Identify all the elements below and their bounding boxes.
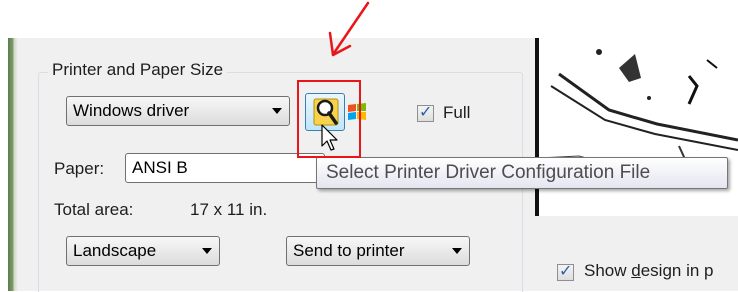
full-checkbox-label: Full [443, 103, 471, 122]
show-design-label: Show design in p [584, 261, 714, 280]
orientation-select[interactable]: Landscape [66, 236, 220, 266]
chevron-down-icon [202, 248, 212, 254]
show-design-checkbox[interactable]: ✓ [557, 261, 574, 281]
chevron-down-icon [452, 248, 462, 254]
map-preview-drawing [539, 49, 738, 189]
driver-select-value: Windows driver [73, 101, 190, 120]
total-area-value: 17 x 11 in. [190, 200, 268, 219]
full-checkbox[interactable]: ✓ [417, 102, 434, 122]
driver-select[interactable]: Windows driver [66, 96, 290, 126]
chevron-down-icon [272, 108, 282, 114]
paper-label: Paper: [54, 159, 105, 178]
total-area-label: Total area: [54, 200, 134, 219]
checkmark-icon: ✓ [419, 102, 433, 121]
orientation-select-value: Landscape [73, 241, 157, 260]
group-title: Printer and Paper Size [48, 60, 228, 80]
paper-select-value: ANSI B [132, 158, 188, 177]
red-arrow-icon [328, 1, 370, 57]
mouse-pointer-icon [321, 124, 338, 151]
output-select-value: Send to printer [293, 241, 405, 260]
paper-select[interactable]: ANSI B [125, 153, 325, 183]
checkmark-icon: ✓ [559, 261, 573, 280]
window-left-border [0, 38, 18, 291]
tooltip: Select Printer Driver Configuration File [316, 157, 728, 189]
map-preview[interactable] [539, 38, 738, 216]
output-select[interactable]: Send to printer [286, 236, 470, 266]
